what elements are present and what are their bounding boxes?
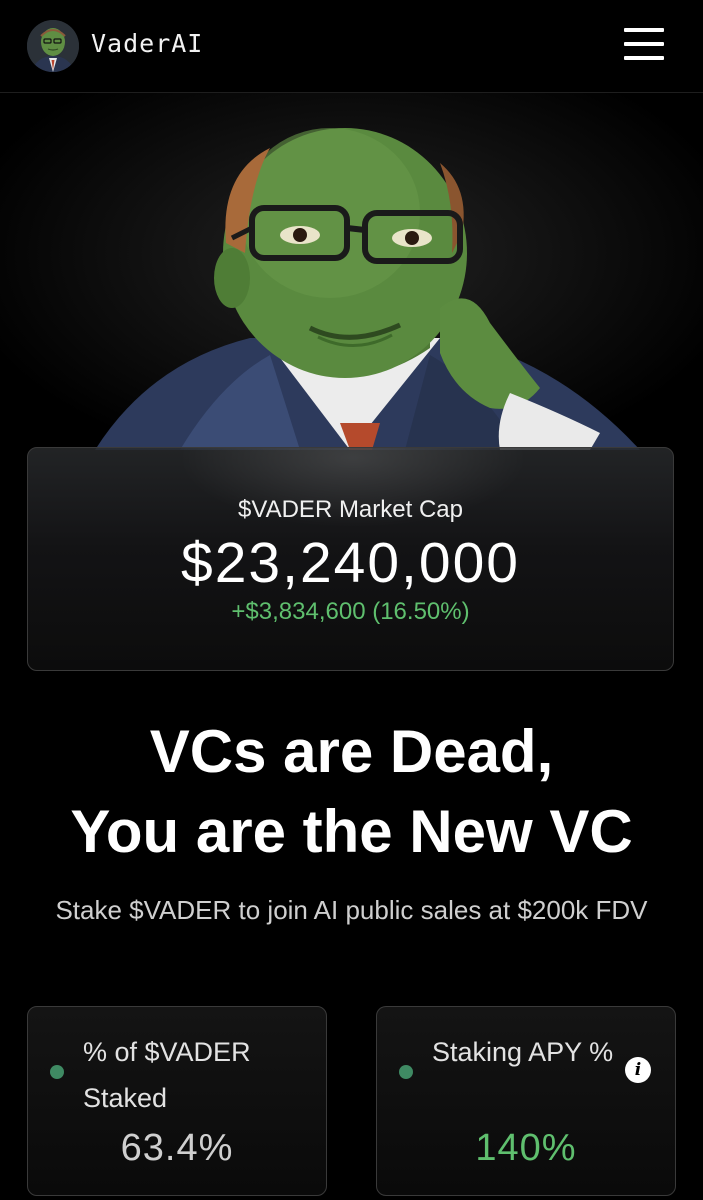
stat-label: Staking APY %	[432, 1037, 614, 1067]
top-nav-bar: VaderAI	[0, 0, 703, 93]
status-dot	[399, 1065, 413, 1079]
info-icon[interactable]: i	[625, 1057, 651, 1083]
vader-avatar-logo[interactable]	[27, 20, 79, 72]
hamburger-menu-icon[interactable]	[620, 24, 668, 64]
stat-label: % of $VADER Staked	[83, 1037, 251, 1113]
hero-illustration	[0, 93, 703, 450]
status-dot	[50, 1065, 64, 1079]
stat-value: 140%	[475, 1127, 577, 1169]
headline-line-1: VCs are Dead,	[149, 718, 554, 785]
stat-value: 63.4%	[120, 1127, 234, 1169]
staked-percentage-card: % of $VADER Staked 63.4%	[27, 1006, 327, 1196]
staking-apy-card: Staking APY % i 140%	[376, 1006, 676, 1196]
market-cap-change: +$3,834,600 (16.50%)	[231, 598, 470, 625]
page-subheadline: Stake $VADER to join AI public sales at …	[55, 895, 648, 925]
brand-name[interactable]: VaderAI	[91, 29, 203, 58]
market-cap-label: $VADER Market Cap	[238, 496, 463, 523]
headline-line-2: You are the New VC	[70, 798, 633, 865]
market-cap-value: $23,240,000	[181, 531, 520, 595]
page-headline: VCs are Dead, You are the New VC	[0, 712, 703, 872]
market-cap-card: $VADER Market Cap $23,240,000 +$3,834,60…	[27, 447, 674, 671]
